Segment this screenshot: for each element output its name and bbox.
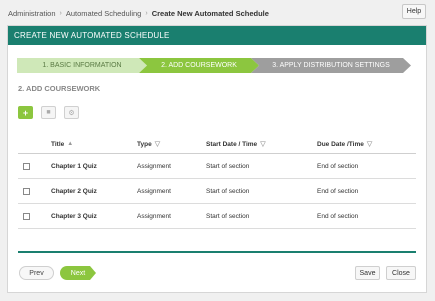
- row-title[interactable]: Chapter 3 Quiz: [51, 213, 97, 220]
- section-title: 2. ADD COURSEWORK: [18, 84, 101, 93]
- help-button[interactable]: Help: [402, 4, 426, 19]
- coursework-toolbar: + ■ ⚙: [18, 106, 79, 119]
- row-start: Start of section: [206, 187, 250, 195]
- filter-icon[interactable]: ▽: [155, 140, 160, 148]
- sort-asc-icon[interactable]: ▲: [67, 141, 73, 147]
- row-due: End of section: [317, 212, 359, 220]
- chevron-right-icon: ›: [59, 9, 62, 17]
- create-schedule-panel: CREATE NEW AUTOMATED SCHEDULE 1. BASIC I…: [7, 25, 427, 293]
- table-row: Chapter 1 Quiz Assignment Start of secti…: [18, 154, 416, 179]
- coursework-table: Title ▲ Type ▽ Start Date / Time ▽ Due D…: [18, 135, 416, 229]
- close-button[interactable]: Close: [386, 266, 416, 280]
- filter-icon[interactable]: ▽: [260, 140, 265, 148]
- row-due: End of section: [317, 187, 359, 195]
- row-title[interactable]: Chapter 1 Quiz: [51, 163, 97, 170]
- row-checkbox[interactable]: [23, 187, 30, 195]
- row-checkbox[interactable]: [23, 212, 30, 220]
- settings-button[interactable]: ⚙: [64, 106, 79, 119]
- table-divider: [18, 251, 416, 253]
- column-header-due-date[interactable]: Due Date /Time ▽: [317, 140, 372, 149]
- panel-title: CREATE NEW AUTOMATED SCHEDULE: [8, 26, 426, 45]
- column-header-title[interactable]: Title ▲: [51, 141, 73, 148]
- next-button[interactable]: Next: [60, 266, 96, 280]
- trash-icon: ■: [46, 109, 51, 116]
- row-due: End of section: [317, 162, 359, 170]
- row-title[interactable]: Chapter 2 Quiz: [51, 188, 97, 195]
- row-start: Start of section: [206, 212, 250, 220]
- row-type: Assignment: [137, 162, 171, 170]
- step-apply-distribution-settings[interactable]: 3. APPLY DISTRIBUTION SETTINGS: [251, 58, 411, 73]
- breadcrumb-automated-scheduling[interactable]: Automated Scheduling: [66, 9, 141, 18]
- save-button[interactable]: Save: [355, 266, 380, 280]
- wizard-steps: 1. BASIC INFORMATION 2. ADD COURSEWORK 3…: [17, 58, 419, 73]
- row-checkbox[interactable]: [23, 162, 30, 170]
- prev-button[interactable]: Prev: [19, 266, 54, 280]
- chevron-right-icon: ›: [145, 9, 148, 17]
- add-coursework-button[interactable]: +: [18, 106, 33, 119]
- column-header-start-date[interactable]: Start Date / Time ▽: [206, 140, 266, 149]
- table-row: Chapter 3 Quiz Assignment Start of secti…: [18, 204, 416, 229]
- filter-icon[interactable]: ▽: [367, 140, 372, 148]
- row-type: Assignment: [137, 187, 171, 195]
- row-type: Assignment: [137, 212, 171, 220]
- breadcrumb-administration[interactable]: Administration: [8, 9, 56, 18]
- step-basic-information[interactable]: 1. BASIC INFORMATION: [17, 58, 147, 73]
- table-row: Chapter 2 Quiz Assignment Start of secti…: [18, 179, 416, 204]
- breadcrumb: Administration › Automated Scheduling › …: [8, 7, 269, 19]
- plus-icon: +: [22, 107, 29, 118]
- step-add-coursework[interactable]: 2. ADD COURSEWORK: [139, 58, 259, 73]
- delete-coursework-button[interactable]: ■: [41, 106, 56, 119]
- row-start: Start of section: [206, 162, 250, 170]
- gear-icon: ⚙: [68, 109, 75, 117]
- table-header: Title ▲ Type ▽ Start Date / Time ▽ Due D…: [18, 135, 416, 154]
- breadcrumb-current: Create New Automated Schedule: [151, 8, 269, 18]
- column-header-type[interactable]: Type ▽: [137, 140, 160, 149]
